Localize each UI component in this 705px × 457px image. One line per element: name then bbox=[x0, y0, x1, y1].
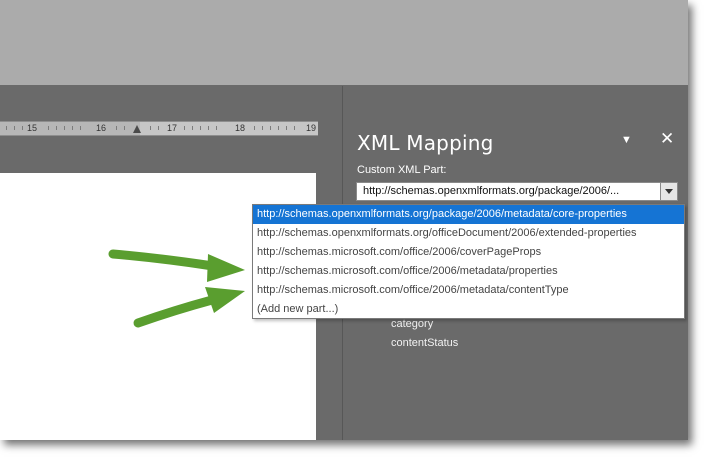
annotation-arrows bbox=[108, 249, 245, 328]
green-arrow-1 bbox=[108, 249, 245, 282]
green-arrow-2 bbox=[133, 287, 245, 328]
